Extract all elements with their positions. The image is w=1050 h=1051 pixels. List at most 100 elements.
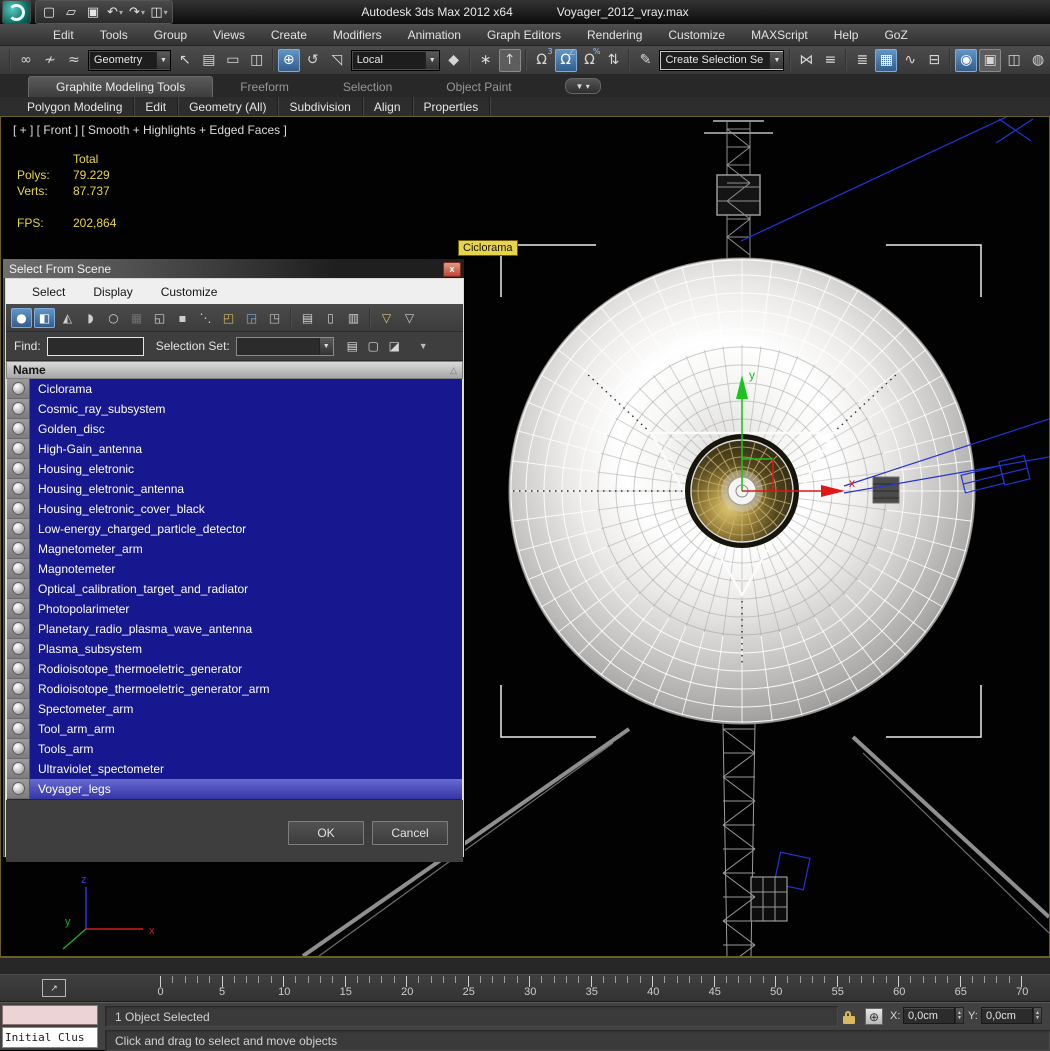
view-detail-icon[interactable]: ▥ <box>343 308 364 328</box>
percent-snap-icon[interactable]: Ω% <box>579 47 600 72</box>
menu-customize[interactable]: Customize <box>655 24 738 46</box>
snap-toggle-3d-icon[interactable]: Ω3 <box>531 47 552 72</box>
y-spinner[interactable]: ▲ ▼ <box>1033 1007 1042 1024</box>
list-item-magnotemeter[interactable]: Magnotemeter <box>7 559 462 579</box>
render-setup-icon[interactable]: ▣ <box>979 48 1002 72</box>
list-item-optical-calibration-target-and-radiator[interactable]: Optical_calibration_target_and_radiator <box>7 579 462 599</box>
time-slider-strip[interactable] <box>0 958 1050 974</box>
list-item-cosmic-ray-subsystem[interactable]: Cosmic_ray_subsystem <box>7 399 462 419</box>
find-input[interactable] <box>46 336 144 356</box>
cancel-button[interactable]: Cancel <box>372 821 448 845</box>
undo-icon[interactable]: ↶ ▾ <box>104 2 126 22</box>
list-item-housing-eletronic-antenna[interactable]: Housing_eletronic_antenna <box>7 479 462 499</box>
rendered-frame-window-icon[interactable]: ◫ <box>1003 49 1025 72</box>
named-selection-dropdown[interactable]: Create Selection Se ▼ <box>659 49 785 71</box>
list-item-spectometer-arm[interactable]: Spectometer_arm <box>7 699 462 719</box>
save-file-icon[interactable]: ▣ <box>82 2 104 22</box>
reference-coordinate-dropdown[interactable]: Local ▼ <box>350 49 440 71</box>
chevron-down-icon[interactable]: ▼ <box>424 51 439 69</box>
display-container-closed-icon[interactable]: ◲ <box>241 308 262 328</box>
ok-button[interactable]: OK <box>288 821 364 845</box>
ribbon-tab-freeform[interactable]: Freeform <box>213 77 316 97</box>
list-item-magnetometer-arm[interactable]: Magnetometer_arm <box>7 539 462 559</box>
display-frozen-icon[interactable]: ▪ <box>172 308 193 328</box>
selection-set-dropdown[interactable]: ▼ <box>235 336 334 356</box>
open-file-icon[interactable]: ▱ <box>60 2 82 22</box>
ribbon-tab-selection[interactable]: Selection <box>316 77 419 97</box>
schematic-view-icon[interactable]: ⊟ <box>923 49 945 72</box>
ribbon-tab-graphite-modeling-tools[interactable]: Graphite Modeling Tools <box>28 76 214 97</box>
select-and-rotate-icon[interactable]: ↺ <box>302 49 324 72</box>
view-columns-icon[interactable]: ▯ <box>320 308 341 328</box>
list-item-ciclorama[interactable]: Ciclorama <box>7 379 462 399</box>
display-lights-icon[interactable]: ◭ <box>57 308 78 328</box>
list-item-tool-arm-arm[interactable]: Tool_arm_arm <box>7 719 462 739</box>
new-scene-icon[interactable]: ▢ <box>38 2 60 22</box>
select-and-manipulate-icon[interactable]: ∗ <box>475 49 497 72</box>
list-item-rodioisotope-thermoeletric-generator-arm[interactable]: Rodioisotope_thermoeletric_generator_arm <box>7 679 462 699</box>
select-by-name-icon[interactable]: ▤ <box>198 49 220 72</box>
max-application-menu-icon[interactable] <box>2 0 31 24</box>
rectangular-selection-region-icon[interactable]: ▭ <box>222 49 244 72</box>
x-spinner[interactable]: ▲ ▼ <box>955 1007 964 1024</box>
select-and-link-icon[interactable]: ∞ <box>15 49 37 72</box>
view-list-icon[interactable]: ▤ <box>297 308 318 328</box>
list-item-voyager-legs[interactable]: Voyager_legs <box>7 779 462 799</box>
chevron-down-icon[interactable]: ▾ <box>141 8 145 17</box>
select-all-icon[interactable]: ▤ <box>344 338 361 355</box>
select-and-move-icon[interactable]: ⊕ <box>277 48 300 72</box>
menu-create[interactable]: Create <box>258 24 320 46</box>
display-container-inherit-icon[interactable]: ◳ <box>264 308 285 328</box>
ribbon-panel-subdivision[interactable]: Subdivision <box>278 97 363 116</box>
menu-goz[interactable]: GoZ <box>871 24 920 46</box>
display-shapes-icon[interactable]: ◧ <box>34 307 55 328</box>
maxscript-mini-listener-macro[interactable] <box>2 1005 98 1025</box>
keyboard-shortcut-override-icon[interactable]: ↑ <box>498 48 521 72</box>
list-item-low-energy-charged-particle-detector[interactable]: Low-energy_charged_particle_detector <box>7 519 462 539</box>
angle-snap-icon[interactable]: Ω ∠ <box>554 48 577 72</box>
chevron-down-icon[interactable]: ▼ <box>318 337 333 355</box>
menu-graph-editors[interactable]: Graph Editors <box>474 24 574 46</box>
list-item-rodioisotope-thermoeletric-generator[interactable]: Rodioisotope_thermoeletric_generator <box>7 659 462 679</box>
chevron-down-icon[interactable]: ▼ <box>419 341 428 351</box>
render-production-icon[interactable]: ◍ <box>1027 49 1049 72</box>
list-item-photopolarimeter[interactable]: Photopolarimeter <box>7 599 462 619</box>
list-item-plasma-subsystem[interactable]: Plasma_subsystem <box>7 639 462 659</box>
select-and-scale-icon[interactable]: ◹ <box>326 49 348 72</box>
list-item-housing-eletronic-cover-black[interactable]: Housing_eletronic_cover_black <box>7 499 462 519</box>
menu-animation[interactable]: Animation <box>395 24 474 46</box>
align-icon[interactable]: ≡ <box>819 49 841 72</box>
curve-editor-icon[interactable]: ∿ <box>899 49 921 72</box>
chevron-down-icon[interactable]: ▾ <box>164 8 168 17</box>
edit-named-selection-sets-icon[interactable]: ✎ <box>634 49 656 72</box>
open-mini-curve-editor-button[interactable]: ↗ <box>42 979 66 997</box>
menu-edit[interactable]: Edit <box>40 24 87 46</box>
ribbon-panel-align[interactable]: Align <box>363 97 413 116</box>
material-editor-icon[interactable]: ◉ <box>955 48 978 72</box>
spinner-snap-icon[interactable]: ⇅ <box>603 49 625 72</box>
layer-manager-icon[interactable]: ≣ <box>851 49 873 72</box>
dialog-menu-select[interactable]: Select <box>18 285 79 299</box>
display-geometry-icon[interactable]: ● <box>11 307 32 328</box>
x-coordinate-field[interactable]: 0,0cm <box>903 1007 955 1024</box>
dialog-title-bar[interactable]: Select From Scene x <box>3 259 464 278</box>
list-item-planetary-radio-plasma-wave-antenna[interactable]: Planetary_radio_plasma_wave_antenna <box>7 619 462 639</box>
timeline-track-bar[interactable]: ↗ 0 5 10 15 20 25 30 35 40 45 50 55 60 65 70 <box>0 974 1050 1002</box>
ribbon-panel-geometry-all[interactable]: Geometry (All) <box>178 97 279 116</box>
display-containers-icon[interactable]: ◰ <box>218 308 239 328</box>
selection-filter-dropdown[interactable]: Geometry ▼ <box>87 49 171 71</box>
menu-maxscript[interactable]: MAXScript <box>738 24 821 46</box>
dialog-menu-display[interactable]: Display <box>79 285 146 299</box>
menu-views[interactable]: Views <box>200 24 258 46</box>
list-item-housing-eletronic[interactable]: Housing_eletronic <box>7 459 462 479</box>
chevron-down-icon[interactable]: ▼ <box>155 51 170 69</box>
bind-to-space-warp-icon[interactable]: ≈ <box>63 49 85 72</box>
use-pivot-point-icon[interactable]: ◆ <box>443 49 465 72</box>
graphite-ribbon-toggle-icon[interactable]: ▦ <box>875 48 898 72</box>
list-item-ultraviolet-spectometer[interactable]: Ultraviolet_spectometer <box>7 759 462 779</box>
menu-help[interactable]: Help <box>821 24 872 46</box>
viewport-label[interactable]: [ + ] [ Front ] [ Smooth + Highlights + … <box>13 123 287 137</box>
menu-modifiers[interactable]: Modifiers <box>320 24 395 46</box>
select-object-icon[interactable]: ↖ <box>174 49 196 72</box>
display-groups-icon[interactable]: ◱ <box>149 308 170 328</box>
